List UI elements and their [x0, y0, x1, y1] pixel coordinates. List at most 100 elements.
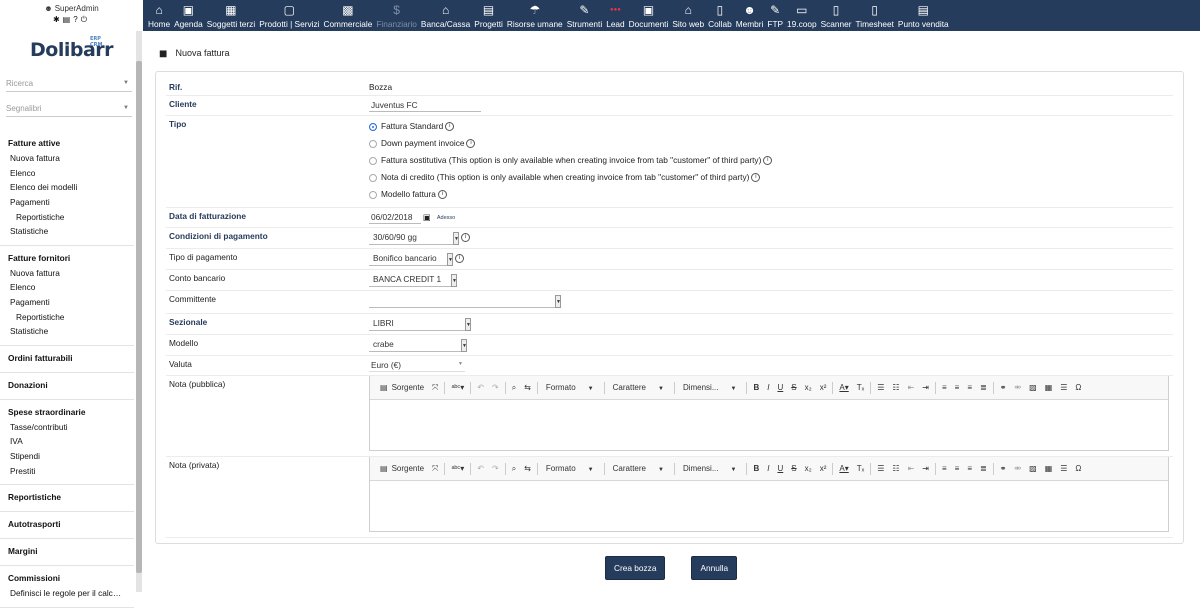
menu-item-membri[interactable]: ☻ Membri: [734, 0, 766, 31]
source-button[interactable]: Sorgente: [392, 464, 428, 473]
menu-item-prodotti-servizi[interactable]: ▢ Prodotti | Servizi: [257, 0, 321, 31]
bookmarks-select[interactable]: Segnalibri ▼: [6, 101, 132, 117]
remove-format-icon[interactable]: Tₓ: [853, 383, 869, 392]
create-draft-button[interactable]: Crea bozza: [605, 556, 666, 580]
bold-icon[interactable]: B: [749, 383, 763, 392]
text-color-icon[interactable]: A▾: [835, 383, 852, 392]
menu-item-ftp[interactable]: ✎ FTP: [765, 0, 785, 31]
link-icon[interactable]: ⚭: [996, 464, 1011, 473]
cancel-button[interactable]: Annulla: [691, 556, 738, 580]
underline-icon[interactable]: U: [773, 383, 787, 392]
replace-icon[interactable]: ⇆: [520, 383, 535, 392]
bullet-list-icon[interactable]: ☷: [888, 464, 903, 473]
sidebar-heading[interactable]: Margini: [0, 543, 134, 559]
sidebar-item[interactable]: Tasse/contributi: [0, 420, 134, 435]
indent-icon[interactable]: ⇥: [918, 383, 933, 392]
tipo-option[interactable]: Modello fattura i: [369, 187, 1170, 204]
date-input[interactable]: 06/02/2018: [369, 211, 421, 224]
sezionale-select[interactable]: LIBRI ▼: [369, 317, 471, 331]
horizontal-line-icon[interactable]: ☰: [1056, 464, 1071, 473]
menu-item-scanner[interactable]: ▯ Scanner: [819, 0, 854, 31]
sidebar-item[interactable]: Pagamenti: [0, 295, 134, 310]
unlink-icon[interactable]: ⚮: [1010, 383, 1025, 392]
indent-icon[interactable]: ⇥: [918, 464, 933, 473]
format-select[interactable]: Formato ▼: [540, 383, 602, 392]
committente-select[interactable]: ▼: [369, 294, 561, 308]
menu-item-sito-web[interactable]: ⌂ Sito web: [670, 0, 706, 31]
sidebar-item[interactable]: Statistiche: [0, 324, 134, 339]
radio-button[interactable]: [369, 190, 377, 199]
outdent-icon[interactable]: ⇤: [904, 464, 919, 473]
menu-item-19-coop[interactable]: ▭ 19.coop: [785, 0, 819, 31]
subscript-icon[interactable]: x₂: [801, 464, 816, 473]
sidebar-item[interactable]: Reportistiche: [0, 209, 134, 224]
radio-button[interactable]: [369, 173, 377, 182]
tipo-option[interactable]: Nota di credito (This option is only ava…: [369, 170, 1170, 187]
conto-select[interactable]: BANCA CREDIT 1 ▼: [369, 273, 457, 287]
calendar-icon[interactable]: ▣: [423, 212, 431, 222]
menu-item-collab[interactable]: ▯ Collab: [706, 0, 734, 31]
source-icon[interactable]: ▤: [376, 383, 392, 392]
link-icon[interactable]: ⚭: [996, 383, 1011, 392]
sidebar-item[interactable]: Nuova fattura: [0, 151, 134, 166]
menu-item-soggetti-terzi[interactable]: ▦ Soggetti terzi: [205, 0, 257, 31]
find-icon[interactable]: ⌕: [508, 383, 520, 393]
help-icon[interactable]: ?: [73, 15, 80, 24]
sidebar-scrollbar[interactable]: [136, 31, 142, 592]
scrollbar-thumb[interactable]: [136, 61, 142, 573]
sidebar-item[interactable]: IVA: [0, 434, 134, 449]
special-char-icon[interactable]: Ω: [1071, 464, 1085, 473]
nota-privata-editor[interactable]: ▤ Sorgente ⤧ ᵃᵇᶜ▾ ↶ ↷ ⌕ ⇆ Formato ▼ Caratter…: [369, 456, 1169, 532]
sidebar-item[interactable]: Elenco: [0, 166, 134, 181]
sidebar-item[interactable]: Reportistiche: [0, 309, 134, 324]
align-center-icon[interactable]: ≡: [951, 383, 964, 392]
image-icon[interactable]: ▨: [1025, 383, 1041, 392]
sidebar-item[interactable]: Elenco dei modelli: [0, 180, 134, 195]
sidebar-heading[interactable]: Commissioni: [0, 570, 134, 586]
sidebar-item[interactable]: Definisci le regole per il calcolo ...: [0, 586, 134, 601]
outdent-icon[interactable]: ⇤: [904, 383, 919, 392]
bullet-list-icon[interactable]: ☷: [888, 383, 903, 392]
menu-item-home[interactable]: ⌂ Home: [146, 0, 172, 31]
source-icon[interactable]: ▤: [376, 464, 392, 473]
sidebar-item[interactable]: Nuova fattura: [0, 266, 134, 281]
special-char-icon[interactable]: Ω: [1071, 383, 1085, 392]
tipo-option[interactable]: Down payment invoice i: [369, 136, 1170, 153]
table-icon[interactable]: ▦: [1041, 464, 1057, 473]
text-color-icon[interactable]: A▾: [835, 464, 852, 473]
bold-icon[interactable]: B: [749, 464, 763, 473]
size-select[interactable]: Dimensi... ▼: [677, 383, 745, 392]
superscript-icon[interactable]: x²: [816, 383, 831, 392]
superscript-icon[interactable]: x²: [816, 464, 831, 473]
condizioni-select[interactable]: 30/60/90 gg ▼: [369, 231, 459, 245]
spellcheck-icon[interactable]: ᵃᵇᶜ▾: [447, 464, 468, 473]
menu-item-risorse-umane[interactable]: ☂ Risorse umane: [505, 0, 565, 31]
menu-item-strumenti[interactable]: ✎ Strumenti: [565, 0, 605, 31]
subscript-icon[interactable]: x₂: [801, 383, 816, 392]
logout-icon[interactable]: ✱: [53, 15, 63, 24]
sidebar-heading[interactable]: Fatture fornitori: [0, 250, 134, 266]
sidebar-heading[interactable]: Reportistiche: [0, 489, 134, 505]
now-link[interactable]: Adesso: [437, 215, 455, 221]
font-select[interactable]: Carattere ▼: [607, 383, 672, 392]
sidebar-heading[interactable]: Spese straordinarie: [0, 404, 134, 420]
undo-icon[interactable]: ↶: [473, 383, 488, 392]
spellcheck-icon[interactable]: ᵃᵇᶜ▾: [447, 383, 468, 392]
strike-icon[interactable]: S: [787, 383, 800, 392]
tipo-pagamento-select[interactable]: Bonifico bancario ▼: [369, 252, 453, 266]
sidebar-item[interactable]: Statistiche: [0, 224, 134, 239]
align-right-icon[interactable]: ≡: [963, 383, 976, 392]
sidebar-item[interactable]: Prestiti: [0, 463, 134, 478]
redo-icon[interactable]: ↷: [488, 383, 503, 392]
source-button[interactable]: Sorgente: [392, 383, 428, 392]
sidebar-heading[interactable]: Autotrasporti: [0, 516, 134, 532]
align-left-icon[interactable]: ≡: [938, 464, 951, 473]
maximize-icon[interactable]: ⤧: [428, 464, 442, 474]
menu-item-banca-cassa[interactable]: ⌂ Banca/Cassa: [419, 0, 472, 31]
redo-icon[interactable]: ↷: [488, 464, 503, 473]
underline-icon[interactable]: U: [773, 464, 787, 473]
dolibarr-logo[interactable]: Dolibarr ERP CRM: [30, 36, 114, 61]
user-info[interactable]: ☻ SuperAdmin: [0, 4, 143, 13]
align-right-icon[interactable]: ≡: [963, 464, 976, 473]
tipo-option[interactable]: Fattura sostitutiva (This option is only…: [369, 153, 1170, 170]
